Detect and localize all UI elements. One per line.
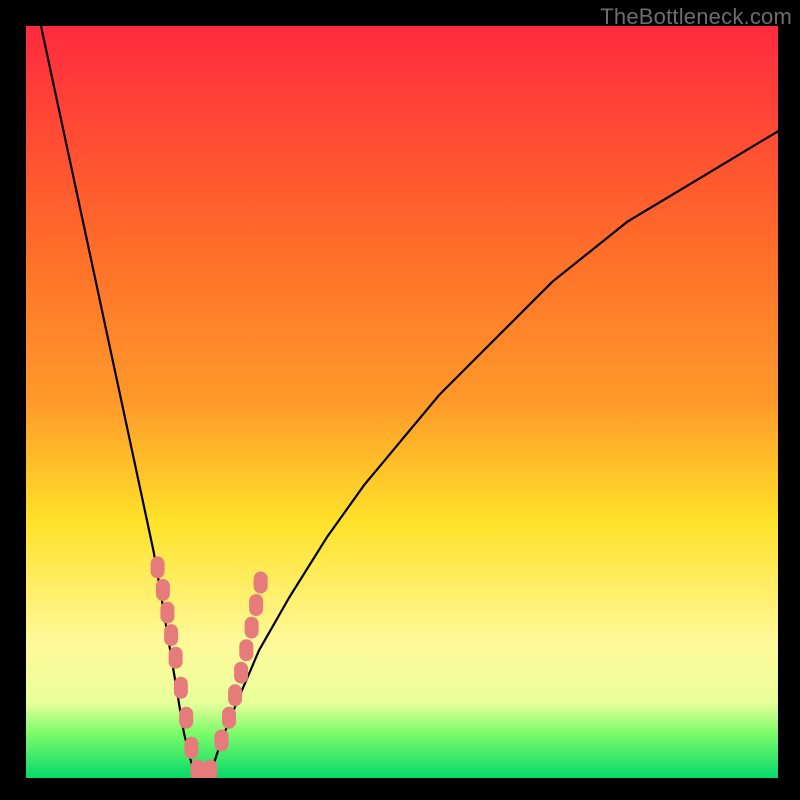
scatter-point bbox=[245, 617, 259, 639]
chart-plot bbox=[26, 26, 778, 778]
scatter-point bbox=[254, 572, 268, 594]
gradient-bg bbox=[26, 26, 778, 778]
chart-stage: TheBottleneck.com bbox=[0, 0, 800, 800]
scatter-point bbox=[249, 594, 263, 616]
scatter-point bbox=[215, 729, 229, 751]
scatter-point bbox=[164, 624, 178, 646]
scatter-point bbox=[160, 602, 174, 624]
scatter-point bbox=[151, 556, 165, 578]
scatter-point bbox=[156, 579, 170, 601]
scatter-point bbox=[169, 647, 183, 669]
scatter-point bbox=[179, 707, 193, 729]
scatter-point bbox=[174, 677, 188, 699]
scatter-point bbox=[222, 707, 236, 729]
scatter-point bbox=[228, 684, 242, 706]
scatter-point bbox=[239, 639, 253, 661]
scatter-point bbox=[234, 662, 248, 684]
scatter-point bbox=[203, 760, 217, 779]
scatter-point bbox=[184, 737, 198, 759]
watermark-text: TheBottleneck.com bbox=[600, 4, 792, 30]
chart-svg bbox=[26, 26, 778, 778]
